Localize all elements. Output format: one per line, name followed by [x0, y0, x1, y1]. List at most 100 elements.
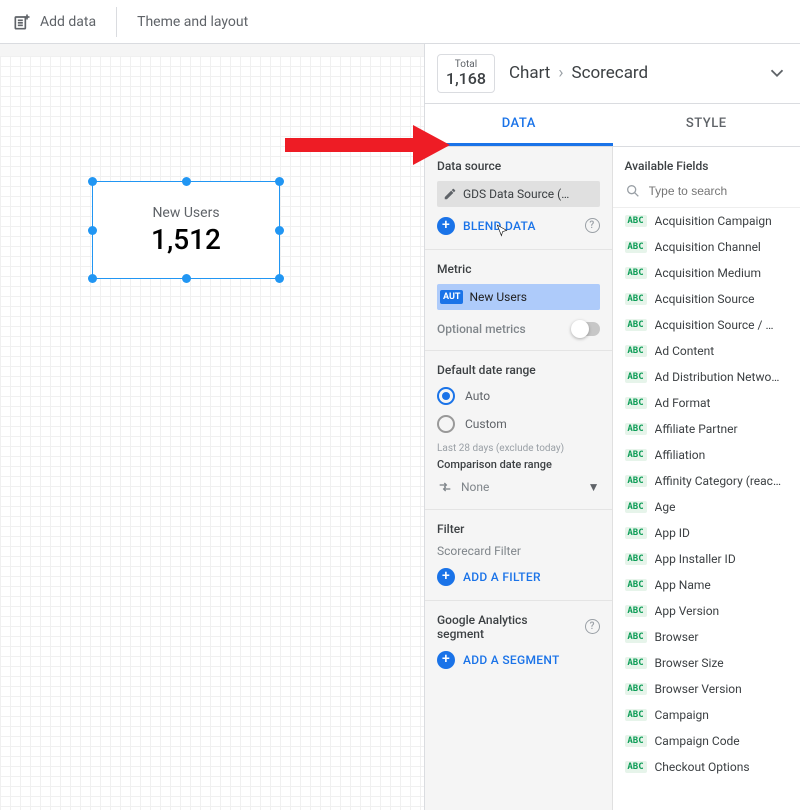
theme-layout-button[interactable]: Theme and layout	[137, 14, 248, 30]
radio-icon	[437, 415, 455, 433]
resize-handle[interactable]	[275, 226, 284, 235]
field-item[interactable]: ABCApp Installer ID	[613, 546, 800, 572]
canvas-area: New Users 1,512	[0, 44, 425, 810]
field-item[interactable]: ABCCampaign Code	[613, 728, 800, 754]
dimension-badge-icon: ABC	[625, 397, 647, 409]
optional-metrics-toggle[interactable]	[572, 322, 600, 336]
available-fields-title: Available Fields	[613, 147, 800, 179]
field-name: Acquisition Channel	[655, 240, 789, 254]
field-name: Affiliate Partner	[655, 422, 789, 436]
chart-type-chip[interactable]: Total 1,168	[437, 54, 495, 93]
tab-style[interactable]: STYLE	[613, 104, 800, 146]
dimension-badge-icon: ABC	[625, 761, 647, 773]
dimension-badge-icon: ABC	[625, 215, 647, 227]
field-item[interactable]: ABCAffiliation	[613, 442, 800, 468]
resize-handle[interactable]	[275, 274, 284, 283]
field-item[interactable]: ABCAcquisition Channel	[613, 234, 800, 260]
data-config-column: Data source GDS Data Source (… + BLEND D…	[425, 147, 613, 810]
add-filter-button[interactable]: + ADD A FILTER	[437, 568, 600, 586]
date-range-title: Default date range	[437, 363, 600, 377]
add-segment-button[interactable]: + ADD A SEGMENT	[437, 651, 600, 669]
field-name: Acquisition Source / …	[655, 318, 789, 332]
dimension-badge-icon: ABC	[625, 709, 647, 721]
total-value: 1,168	[446, 70, 486, 88]
dimension-badge-icon: ABC	[625, 371, 647, 383]
field-item[interactable]: ABCAd Content	[613, 338, 800, 364]
date-range-note: Last 28 days (exclude today)	[437, 443, 600, 454]
field-item[interactable]: ABC Ad Distribution Netwo…	[613, 364, 800, 390]
plus-circle-icon: +	[437, 568, 455, 586]
report-canvas[interactable]: New Users 1,512	[0, 56, 424, 810]
resize-handle[interactable]	[88, 226, 97, 235]
toolbar-divider	[116, 7, 117, 37]
metric-title: Metric	[437, 262, 600, 276]
blend-data-label: BLEND DATA	[463, 219, 536, 233]
resize-handle[interactable]	[275, 177, 284, 186]
field-item[interactable]: ABC Campaign	[613, 702, 800, 728]
field-name: Age	[655, 500, 789, 514]
radio-icon	[437, 387, 455, 405]
add-data-button[interactable]: Add data	[12, 12, 96, 32]
resize-handle[interactable]	[182, 274, 191, 283]
field-name: App ID	[655, 526, 789, 540]
date-range-auto[interactable]: Auto	[437, 387, 600, 405]
field-item[interactable]: ABCBrowser Version	[613, 676, 800, 702]
field-item[interactable]: ABCAd Format	[613, 390, 800, 416]
comparison-range-select[interactable]: None ▼	[437, 479, 600, 495]
dimension-badge-icon: ABC	[625, 319, 647, 331]
metric-chip[interactable]: AUT New Users	[437, 284, 600, 310]
dimension-badge-icon: ABC	[625, 631, 647, 643]
pencil-icon	[443, 186, 457, 201]
segment-title: Google Analytics segment ?	[437, 613, 600, 641]
field-item[interactable]: ABCAffiliate Partner	[613, 416, 800, 442]
field-item[interactable]: ABCAge	[613, 494, 800, 520]
field-item[interactable]: ABCCheckout Options	[613, 754, 800, 780]
field-name: Campaign	[655, 708, 789, 722]
dimension-badge-icon: ABC	[625, 449, 647, 461]
breadcrumb[interactable]: Chart › Scorecard	[509, 63, 752, 83]
field-item[interactable]: ABC Acquisition Source	[613, 286, 800, 312]
field-item[interactable]: ABCAcquisition Medium	[613, 260, 800, 286]
blend-data-button[interactable]: + BLEND DATA ?	[437, 217, 600, 235]
field-name: Affinity Category (reac…	[655, 474, 789, 488]
field-item[interactable]: ABC Browser	[613, 624, 800, 650]
field-item[interactable]: ABC Acquisition Campaign	[613, 208, 800, 234]
field-item[interactable]: ABCApp ID	[613, 520, 800, 546]
resize-handle[interactable]	[182, 177, 191, 186]
dimension-badge-icon: ABC	[625, 293, 647, 305]
metric-name: New Users	[469, 290, 527, 304]
scorecard-value: 1,512	[151, 223, 221, 256]
tab-data[interactable]: DATA	[425, 104, 613, 146]
comparison-range-value: None	[461, 480, 489, 494]
field-name: Browser	[655, 630, 789, 644]
chevron-down-icon[interactable]	[766, 62, 788, 84]
resize-handle[interactable]	[88, 177, 97, 186]
field-name: Ad Content	[655, 344, 789, 358]
dimension-badge-icon: ABC	[625, 683, 647, 695]
help-icon[interactable]: ?	[585, 218, 600, 233]
dimension-badge-icon: ABC	[625, 553, 647, 565]
dimension-badge-icon: ABC	[625, 267, 647, 279]
search-icon	[625, 183, 641, 199]
field-item[interactable]: ABCAffinity Category (reac…	[613, 468, 800, 494]
field-item[interactable]: ABC Acquisition Source / …	[613, 312, 800, 338]
field-name: Acquisition Source	[655, 292, 789, 306]
help-icon[interactable]: ?	[585, 619, 600, 634]
field-item[interactable]: ABCApp Version	[613, 598, 800, 624]
add-data-icon	[12, 12, 32, 32]
data-source-chip[interactable]: GDS Data Source (…	[437, 181, 600, 207]
theme-layout-label: Theme and layout	[137, 14, 248, 30]
field-search-input[interactable]	[649, 184, 800, 198]
field-search[interactable]	[613, 179, 800, 208]
field-name: Acquisition Campaign	[655, 214, 789, 228]
field-name: Ad Distribution Netwo…	[655, 370, 789, 384]
field-item[interactable]: ABCBrowser Size	[613, 650, 800, 676]
field-name: App Name	[655, 578, 789, 592]
field-item[interactable]: ABCApp Name	[613, 572, 800, 598]
scorecard-widget[interactable]: New Users 1,512	[92, 181, 280, 279]
date-range-custom[interactable]: Custom	[437, 415, 600, 433]
dimension-badge-icon: ABC	[625, 657, 647, 669]
add-segment-label: ADD A SEGMENT	[463, 653, 560, 667]
resize-handle[interactable]	[88, 274, 97, 283]
field-list: ABCAcquisition CampaignABCAcquisition Ch…	[613, 208, 800, 780]
